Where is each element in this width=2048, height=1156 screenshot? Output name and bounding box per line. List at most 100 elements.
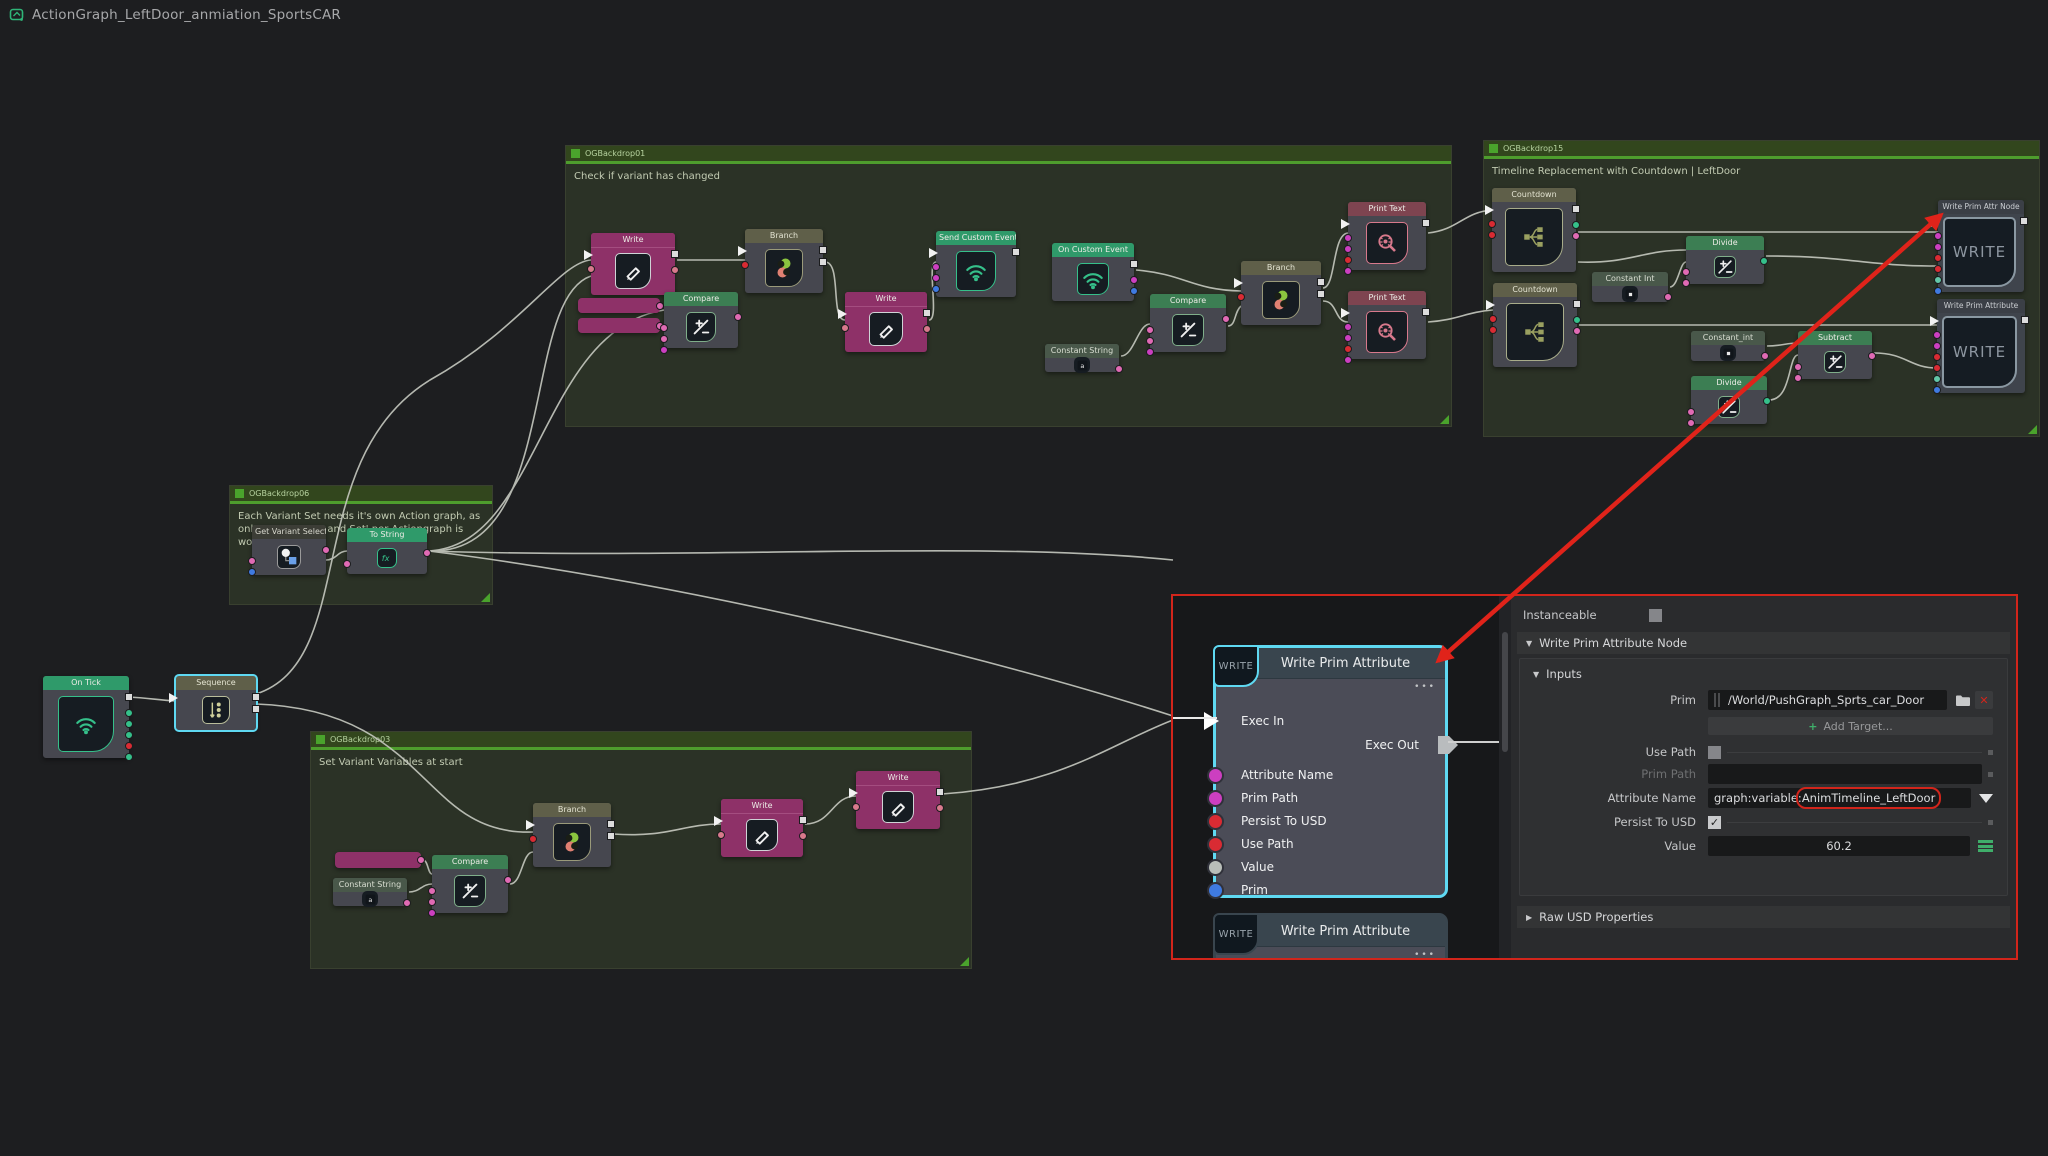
input-port[interactable]	[1146, 337, 1154, 345]
input-port[interactable]	[428, 887, 436, 895]
backdrop-tab[interactable]: OGBackdrop15	[1484, 141, 2039, 156]
reset-widget[interactable]	[1988, 750, 1993, 755]
backdrop-tab[interactable]: OGBackdrop06	[230, 486, 492, 501]
input-port[interactable]	[1933, 386, 1941, 394]
node-title[interactable]: Print Text	[1348, 202, 1426, 216]
node-title[interactable]: On Tick	[43, 676, 129, 690]
inputs-header[interactable]: ▼ Inputs	[1524, 663, 2003, 685]
node-title[interactable]: Write Prim Attribute	[1937, 299, 2025, 313]
input-port[interactable]	[1489, 326, 1497, 334]
output-port[interactable]	[125, 753, 133, 761]
exec-out-port[interactable]	[1317, 290, 1325, 298]
node-title[interactable]: Write	[591, 233, 675, 248]
port-persist-to-usd[interactable]: Persist To USD	[1216, 812, 1445, 832]
input-port[interactable]	[1933, 331, 1941, 339]
exec-out-port[interactable]	[252, 693, 260, 701]
node-title[interactable]: Write	[856, 771, 940, 786]
output-port[interactable]	[1572, 232, 1580, 240]
output-port[interactable]	[1573, 316, 1581, 324]
node-title[interactable]: Constant String	[1045, 344, 1119, 358]
backdrop-tab[interactable]: OGBackdrop01	[566, 146, 1451, 161]
node-title[interactable]: Branch	[745, 229, 823, 243]
input-port[interactable]	[1488, 231, 1496, 239]
node-subtract[interactable]: Subtract	[1798, 331, 1872, 379]
output-port[interactable]	[417, 856, 425, 864]
node-constant-int[interactable]: Constant_int	[1691, 331, 1765, 361]
input-port[interactable]	[1934, 276, 1942, 284]
input-port[interactable]	[1934, 254, 1942, 262]
output-port[interactable]	[1130, 287, 1138, 295]
input-port[interactable]	[932, 285, 940, 293]
input-port[interactable]	[660, 335, 668, 343]
input-port[interactable]	[248, 568, 256, 576]
output-port[interactable]	[1115, 365, 1123, 373]
input-port[interactable]	[587, 265, 595, 273]
node-collapsed-bar[interactable]	[335, 852, 421, 868]
port-exec-out[interactable]: Exec Out	[1216, 736, 1445, 756]
output-port[interactable]	[1664, 293, 1672, 301]
output-port[interactable]	[504, 876, 512, 884]
output-port[interactable]	[403, 899, 411, 907]
node-write[interactable]: Write	[591, 233, 675, 295]
exec-out-port[interactable]	[819, 258, 827, 266]
input-port[interactable]	[1146, 326, 1154, 334]
input-port[interactable]	[1933, 353, 1941, 361]
node-print-text[interactable]: Print Text	[1348, 202, 1426, 270]
node-branch[interactable]: Branch	[533, 803, 611, 867]
input-port[interactable]	[1344, 245, 1352, 253]
input-port[interactable]	[1344, 345, 1352, 353]
port-exec-in[interactable]: Exec In	[1216, 712, 1445, 732]
backdrop-tab[interactable]: OGBackdrop03	[311, 732, 971, 747]
input-port[interactable]	[1933, 342, 1941, 350]
node-title[interactable]: Constant String	[333, 878, 407, 892]
node-title[interactable]: Print Text	[1348, 291, 1426, 305]
node-branch[interactable]: Branch	[745, 229, 823, 293]
output-port[interactable]	[1222, 315, 1230, 323]
exec-out-port[interactable]	[1573, 300, 1581, 308]
output-port[interactable]	[671, 266, 679, 274]
output-port[interactable]	[1761, 352, 1769, 360]
node-compare[interactable]: Compare	[432, 855, 508, 913]
node-print-text[interactable]: Print Text	[1348, 291, 1426, 359]
exec-out-port[interactable]	[923, 309, 931, 317]
node-compare[interactable]: Compare	[1150, 294, 1226, 352]
node-title[interactable]: Divide	[1686, 236, 1764, 250]
output-port[interactable]	[799, 832, 807, 840]
input-port[interactable]	[1933, 375, 1941, 383]
node-branch[interactable]: Branch	[1241, 261, 1321, 325]
write-prim-attribute-node[interactable]: WRITE Write Prim Attribute ••• Exec In E…	[1213, 645, 1448, 898]
node-title[interactable]: Compare	[1150, 294, 1226, 308]
exec-out-port[interactable]	[799, 816, 807, 824]
clear-prim-button[interactable]: ✕	[1975, 691, 1993, 709]
node-title[interactable]: To String	[347, 528, 427, 542]
section-write-prim-attribute-node[interactable]: ▼ Write Prim Attribute Node	[1517, 632, 2010, 654]
input-port[interactable]	[660, 324, 668, 332]
output-port[interactable]	[322, 546, 330, 554]
output-port[interactable]	[1868, 352, 1876, 360]
input-port[interactable]	[1237, 293, 1245, 301]
input-port[interactable]	[1934, 287, 1942, 295]
node-title[interactable]: Compare	[664, 292, 738, 306]
write-prim-attribute-node-2[interactable]: WRITE Write Prim Attribute •••	[1213, 913, 1448, 958]
prim-path-input[interactable]	[1708, 764, 1982, 784]
input-port[interactable]	[1344, 234, 1352, 242]
node-compare[interactable]: Compare	[664, 292, 738, 348]
port-value[interactable]: Value	[1216, 858, 1445, 878]
node-on-tick[interactable]: On Tick	[43, 676, 129, 758]
output-port[interactable]	[1763, 397, 1771, 405]
backdrop-resize-grip[interactable]	[1440, 415, 1449, 424]
node-write[interactable]: Write	[845, 292, 927, 352]
port-dot[interactable]	[1207, 813, 1224, 830]
output-port[interactable]	[125, 720, 133, 728]
prim-input[interactable]: /World/PushGraph_Sprts_car_Door	[1708, 690, 1947, 710]
node-title[interactable]: Subtract	[1798, 331, 1872, 345]
input-port[interactable]	[1344, 267, 1352, 275]
output-port[interactable]	[1573, 327, 1581, 335]
exec-out-port[interactable]	[936, 788, 944, 796]
input-port[interactable]	[1934, 265, 1942, 273]
node-title[interactable]: Write	[845, 292, 927, 307]
port-prim[interactable]: Prim	[1216, 881, 1445, 901]
exec-out-port[interactable]	[671, 250, 679, 258]
node-options-dots[interactable]: •••	[1414, 682, 1436, 692]
node-title[interactable]: Branch	[1241, 261, 1321, 275]
